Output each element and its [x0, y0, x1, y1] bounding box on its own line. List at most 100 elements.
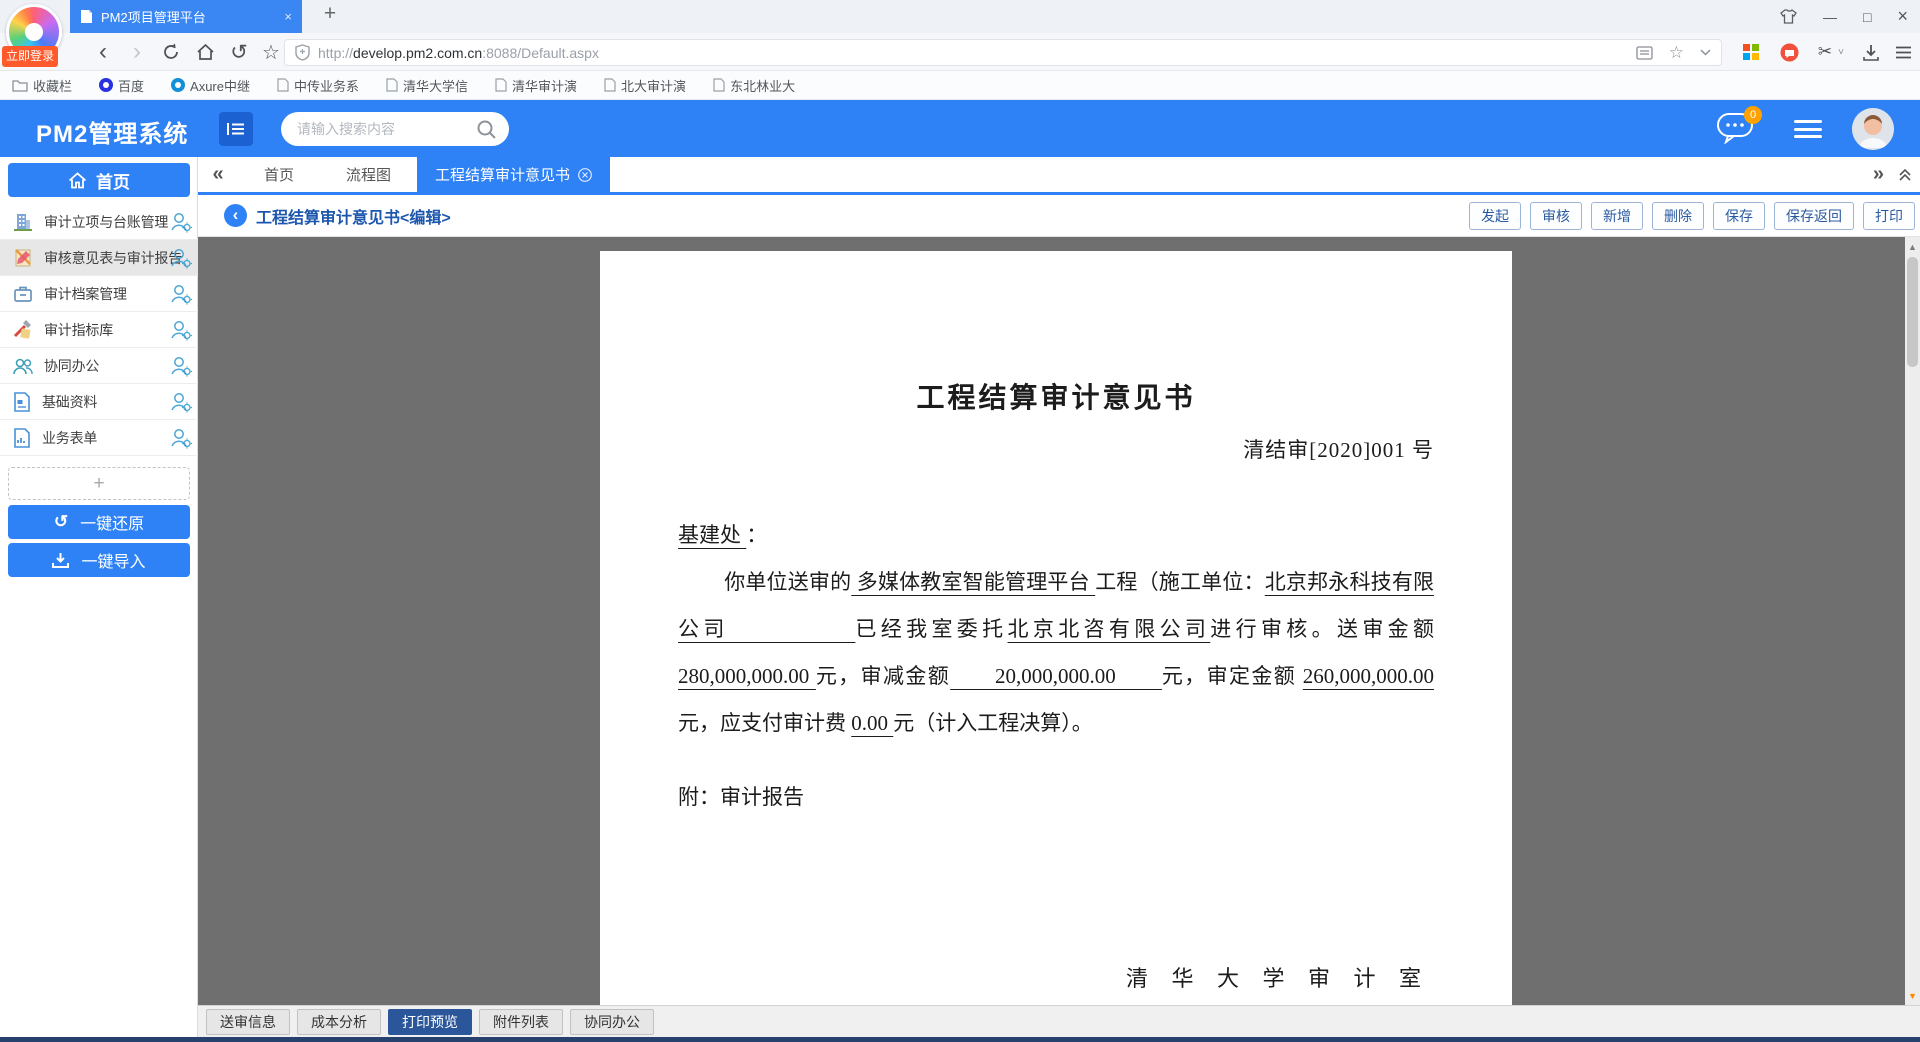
search-placeholder: 请输入搜索内容: [297, 119, 476, 139]
page-icon: [386, 78, 398, 92]
bookmark-item[interactable]: 清华审计演: [495, 76, 577, 95]
doc-title: 工程结算审计意见书: [600, 376, 1512, 416]
tabbar-right-controls: »: [1873, 157, 1912, 192]
tab-flowchart[interactable]: 流程图: [320, 157, 417, 192]
member-settings-icon[interactable]: [170, 247, 192, 269]
tab-close-icon[interactable]: [578, 168, 592, 182]
print-preview-button[interactable]: 打印预览: [388, 1009, 472, 1035]
back-button[interactable]: ‹: [224, 204, 247, 227]
people-icon: [13, 357, 33, 375]
save-return-button[interactable]: 保存返回: [1774, 202, 1854, 230]
sidebar-item-basic-data[interactable]: 基础资料: [0, 384, 198, 420]
user-avatar[interactable]: [1852, 108, 1894, 150]
browser-menu-icon[interactable]: [1888, 33, 1918, 71]
favorite-star-icon[interactable]: ☆: [256, 33, 286, 71]
browser-tab[interactable]: PM2项目管理平台 ×: [70, 0, 302, 33]
url-bar[interactable]: http://develop.pm2.com.cn:8088/Default.a…: [284, 39, 1722, 66]
app-grid-icon[interactable]: [1736, 33, 1766, 71]
attachment-list-button[interactable]: 附件列表: [479, 1009, 563, 1035]
minimize-button[interactable]: —: [1823, 9, 1837, 25]
save-button[interactable]: 保存: [1713, 202, 1765, 230]
page-icon: [277, 78, 289, 92]
add-button[interactable]: 新增: [1591, 202, 1643, 230]
submission-info-button[interactable]: 送审信息: [206, 1009, 290, 1035]
sidebar: 首页 审计立项与台账管理 审核意见表与审计报告: [0, 157, 198, 1037]
bookmark-baidu[interactable]: 百度: [99, 76, 144, 95]
sidebar-collapse-button[interactable]: [219, 112, 253, 146]
tab-home[interactable]: 首页: [238, 157, 320, 192]
url-text[interactable]: http://develop.pm2.com.cn:8088/Default.a…: [318, 45, 599, 61]
member-settings-icon[interactable]: [170, 319, 192, 341]
reader-mode-icon[interactable]: [1636, 46, 1653, 60]
vertical-scrollbar[interactable]: ▲ ▼: [1905, 237, 1920, 1005]
skin-theme-icon[interactable]: [1780, 9, 1797, 24]
tabs-scroll-right-icon[interactable]: »: [1873, 163, 1884, 186]
browser-navbar: ‹ › ↺ ☆ http://develop.pm2.com.cn:8088/D…: [0, 33, 1920, 71]
main-area: « 首页 流程图 工程结算审计意见书 » ‹ 工程结算审计意见书<编辑> 发起 …: [198, 157, 1920, 1037]
header-menu-button[interactable]: [1794, 120, 1822, 138]
tab-audit-opinion[interactable]: 工程结算审计意见书: [417, 157, 610, 192]
print-button[interactable]: 打印: [1863, 202, 1915, 230]
back-icon[interactable]: ‹: [88, 33, 118, 71]
scissors-dropdown-icon[interactable]: ˅: [1834, 33, 1848, 71]
tab-close-icon[interactable]: ×: [284, 9, 292, 24]
member-settings-icon[interactable]: [170, 355, 192, 377]
bookmark-item[interactable]: 中传业务系: [277, 76, 359, 95]
one-key-import-button[interactable]: 一键导入: [8, 543, 190, 577]
sidebar-item-collaboration[interactable]: 协同办公: [0, 348, 198, 384]
bookmark-axure[interactable]: Axure中继: [171, 76, 250, 95]
scroll-up-icon[interactable]: ▲: [1905, 239, 1920, 254]
sidebar-home-label: 首页: [96, 168, 130, 193]
tabs-scroll-left-icon[interactable]: «: [198, 163, 238, 186]
bookmark-star-icon[interactable]: ☆: [1669, 43, 1684, 63]
member-settings-icon[interactable]: [170, 211, 192, 233]
maximize-button[interactable]: □: [1863, 9, 1871, 25]
sidebar-home-button[interactable]: 首页: [8, 163, 190, 197]
add-module-button[interactable]: +: [8, 467, 190, 500]
member-settings-icon[interactable]: [170, 427, 192, 449]
page-icon: [495, 78, 507, 92]
import-download-icon: [52, 552, 69, 569]
home-icon[interactable]: [190, 33, 220, 71]
bookmark-item[interactable]: 清华大学信: [386, 76, 468, 95]
undo-icon[interactable]: ↺: [224, 33, 254, 71]
one-key-restore-button[interactable]: ↺ 一键还原: [8, 505, 190, 539]
search-icon[interactable]: [476, 119, 497, 140]
download-icon[interactable]: [1856, 33, 1886, 71]
bookmark-item[interactable]: 东北林业大: [713, 76, 795, 95]
new-tab-button[interactable]: +: [316, 2, 344, 26]
sidebar-item-audit-indicators[interactable]: 审计指标库: [0, 312, 198, 348]
review-form-icon: [13, 248, 33, 268]
member-settings-icon[interactable]: [170, 283, 192, 305]
bookmark-item[interactable]: 北大审计演: [604, 76, 686, 95]
chevron-down-icon[interactable]: [1700, 49, 1711, 56]
sidebar-item-review-report[interactable]: 审核意见表与审计报告: [0, 240, 198, 276]
shield-icon: [295, 44, 310, 61]
messenger-icon[interactable]: [1774, 33, 1804, 71]
collapse-up-icon[interactable]: [1898, 168, 1912, 182]
sidebar-item-business-forms[interactable]: 业务表单: [0, 420, 198, 456]
page-icon: [713, 78, 725, 92]
initiate-button[interactable]: 发起: [1469, 202, 1521, 230]
collaboration-button[interactable]: 协同办公: [570, 1009, 654, 1035]
scrollbar-thumb[interactable]: [1907, 257, 1918, 367]
scroll-down-icon[interactable]: ▼: [1905, 988, 1920, 1003]
form-icon: [13, 428, 31, 448]
global-search-input[interactable]: 请输入搜索内容: [281, 112, 509, 146]
sidebar-item-audit-project[interactable]: 审计立项与台账管理: [0, 204, 198, 240]
forward-icon[interactable]: ›: [122, 33, 152, 71]
cost-analysis-button[interactable]: 成本分析: [297, 1009, 381, 1035]
delete-button[interactable]: 删除: [1652, 202, 1704, 230]
login-now-badge[interactable]: 立即登录: [2, 46, 58, 67]
close-button[interactable]: ×: [1897, 6, 1908, 27]
reload-icon[interactable]: [156, 33, 186, 71]
window-controls: — □ ×: [1780, 0, 1908, 33]
bookmark-favorites-folder[interactable]: 收藏栏: [12, 76, 72, 95]
messages-button[interactable]: 0: [1716, 110, 1760, 150]
member-settings-icon[interactable]: [170, 391, 192, 413]
sidebar-item-audit-archive[interactable]: 审计档案管理: [0, 276, 198, 312]
doc-body: 基建处 ： 你单位送审的 多媒体教室智能管理平台 工程（施工单位：北京邦永科技有…: [600, 512, 1512, 747]
doc-number: 清结审[2020]001 号: [600, 434, 1512, 464]
review-button[interactable]: 审核: [1530, 202, 1582, 230]
tools-icon: [13, 320, 33, 340]
